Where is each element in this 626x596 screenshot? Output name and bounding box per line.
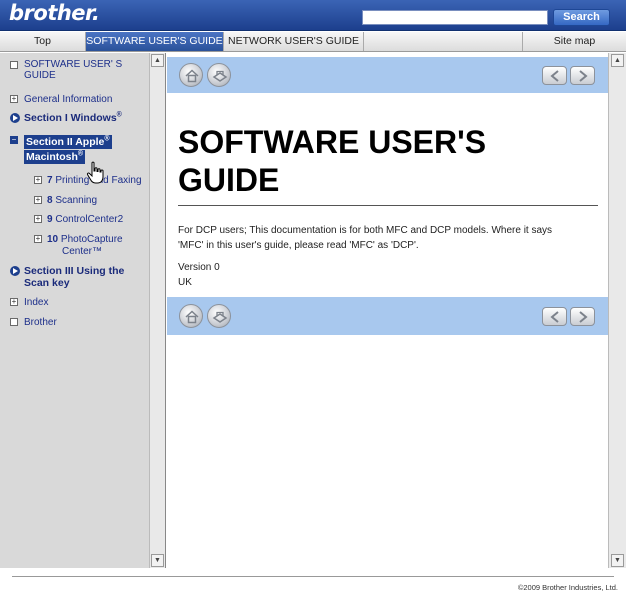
- home-button[interactable]: [179, 304, 203, 328]
- scroll-down-arrow-icon[interactable]: ▼: [151, 554, 164, 567]
- print-button[interactable]: [207, 63, 231, 87]
- tab-network-users-guide[interactable]: NETWORK USER'S GUIDE: [224, 32, 364, 51]
- page-icon: [10, 318, 18, 326]
- sidebar-nav: SOFTWARE USER' S GUIDE + General Informa…: [10, 59, 142, 328]
- intro-paragraph: For DCP users; This documentation is for…: [178, 225, 553, 251]
- chevron-right-icon: [579, 70, 588, 82]
- printer-icon: [212, 311, 228, 323]
- home-button[interactable]: [179, 63, 203, 87]
- expand-plus-icon: +: [34, 214, 42, 223]
- page-title: SOFTWARE USER'S GUIDE: [178, 123, 598, 206]
- brother-logo[interactable]: brother.: [9, 1, 100, 25]
- scroll-up-arrow-icon[interactable]: ▲: [611, 54, 624, 67]
- arrow-bullet-icon: [10, 266, 20, 276]
- expand-plus-icon: +: [10, 297, 18, 306]
- print-button[interactable]: [207, 304, 231, 328]
- sidebar-scrollbar[interactable]: ▲ ▼: [149, 53, 165, 568]
- tab-bar: Top SOFTWARE USER'S GUIDE NETWORK USER'S…: [0, 32, 626, 52]
- next-page-button[interactable]: [570, 66, 595, 85]
- chevron-left-icon: [550, 70, 559, 82]
- sidebar: SOFTWARE USER' S GUIDE + General Informa…: [0, 53, 166, 568]
- expand-plus-icon: +: [34, 175, 42, 184]
- search-button[interactable]: Search: [553, 9, 610, 26]
- expand-plus-icon: +: [34, 195, 42, 204]
- previous-page-button[interactable]: [542, 307, 567, 326]
- scroll-up-arrow-icon[interactable]: ▲: [151, 54, 164, 67]
- main-content: SOFTWARE USER'S GUIDE For DCP users; Thi…: [167, 53, 608, 568]
- scroll-down-arrow-icon[interactable]: ▼: [611, 554, 624, 567]
- arrow-bullet-icon: [10, 113, 20, 123]
- version-info: Version 0 UK: [178, 262, 220, 288]
- tab-site-map[interactable]: Site map: [522, 32, 626, 51]
- footer-divider: [12, 576, 614, 577]
- search-input[interactable]: [362, 10, 548, 25]
- previous-page-button[interactable]: [542, 66, 567, 85]
- page-icon: [10, 61, 18, 69]
- printer-icon: [212, 70, 228, 82]
- top-nav-band: [167, 57, 608, 93]
- top-header-bar: brother. Search: [0, 0, 626, 31]
- tab-top[interactable]: Top: [0, 32, 86, 51]
- bottom-nav-band: [167, 297, 608, 335]
- main-scrollbar[interactable]: ▲ ▼: [608, 53, 626, 568]
- chevron-left-icon: [550, 311, 559, 323]
- next-page-button[interactable]: [570, 307, 595, 326]
- collapse-minus-icon: −: [10, 135, 18, 144]
- hand-pointer-icon: [86, 161, 104, 184]
- footer: ©2009 Brother Industries, Ltd.: [0, 568, 626, 596]
- copyright-text: ©2009 Brother Industries, Ltd.: [517, 583, 618, 592]
- tab-software-users-guide[interactable]: SOFTWARE USER'S GUIDE: [86, 32, 224, 51]
- chevron-right-icon: [579, 311, 588, 323]
- home-icon: [185, 310, 199, 324]
- expand-plus-icon: +: [34, 234, 42, 243]
- home-icon: [185, 69, 199, 83]
- expand-plus-icon: +: [10, 94, 18, 103]
